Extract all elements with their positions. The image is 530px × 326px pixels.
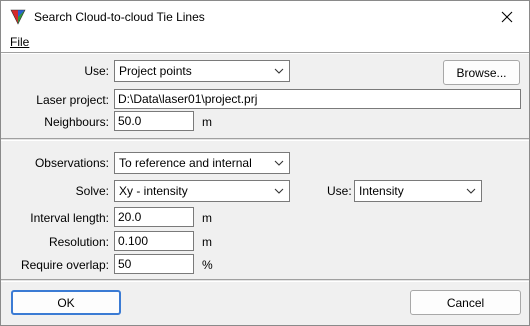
footer: OK Cancel — [1, 282, 529, 325]
parameters-section: Observations: To reference and internal … — [1, 141, 529, 279]
use-intensity-select[interactable]: Intensity — [354, 180, 482, 202]
require-overlap-value: 50 — [118, 257, 132, 271]
menu-bar: File — [1, 32, 529, 52]
source-section: Use: Project points Browse... Laser proj… — [1, 54, 529, 138]
browse-button[interactable]: Browse... — [443, 60, 520, 85]
use-intensity-label: Use: — [327, 184, 352, 198]
use-select[interactable]: Project points — [114, 60, 290, 82]
neighbours-value: 50.0 — [118, 114, 142, 128]
ok-button-label: OK — [57, 295, 75, 310]
app-icon — [10, 9, 26, 25]
chevron-down-icon — [269, 181, 289, 201]
browse-button-label: Browse... — [456, 65, 507, 80]
dialog-window: Search Cloud-to-cloud Tie Lines File Use… — [0, 0, 530, 326]
interval-length-value: 20.0 — [118, 210, 142, 224]
use-intensity-select-value: Intensity — [359, 184, 404, 198]
observations-select-value: To reference and internal — [119, 156, 252, 170]
use-label: Use: — [84, 64, 109, 78]
neighbours-unit: m — [202, 115, 212, 129]
neighbours-label: Neighbours: — [44, 115, 109, 129]
solve-select[interactable]: Xy - intensity — [114, 180, 290, 202]
close-button[interactable] — [485, 1, 529, 32]
ok-button[interactable]: OK — [11, 290, 121, 315]
interval-length-field[interactable]: 20.0 — [114, 207, 194, 227]
cancel-button-label: Cancel — [446, 295, 485, 310]
laser-project-value: D:\Data\laser01\project.prj — [118, 92, 258, 106]
interval-length-unit: m — [202, 211, 212, 225]
laser-project-label: Laser project: — [36, 93, 109, 107]
require-overlap-field[interactable]: 50 — [114, 254, 194, 274]
resolution-unit: m — [202, 235, 212, 249]
chevron-down-icon — [269, 153, 289, 173]
resolution-field[interactable]: 0.100 — [114, 231, 194, 251]
require-overlap-unit: % — [202, 258, 213, 272]
interval-length-label: Interval length: — [30, 211, 109, 225]
solve-label: Solve: — [75, 184, 109, 198]
title-bar: Search Cloud-to-cloud Tie Lines — [1, 1, 529, 32]
solve-select-value: Xy - intensity — [119, 184, 188, 198]
close-icon — [501, 11, 513, 22]
resolution-label: Resolution: — [48, 235, 109, 249]
observations-select[interactable]: To reference and internal — [114, 152, 290, 174]
chevron-down-icon — [269, 61, 289, 81]
require-overlap-label: Require overlap: — [20, 258, 109, 272]
use-select-value: Project points — [119, 64, 192, 78]
neighbours-field[interactable]: 50.0 — [114, 111, 194, 131]
menu-file[interactable]: File — [10, 35, 29, 49]
cancel-button[interactable]: Cancel — [410, 290, 521, 315]
window-title: Search Cloud-to-cloud Tie Lines — [34, 10, 205, 24]
observations-label: Observations: — [34, 156, 109, 170]
chevron-down-icon — [461, 181, 481, 201]
laser-project-field[interactable]: D:\Data\laser01\project.prj — [114, 89, 521, 109]
resolution-value: 0.100 — [118, 234, 149, 248]
